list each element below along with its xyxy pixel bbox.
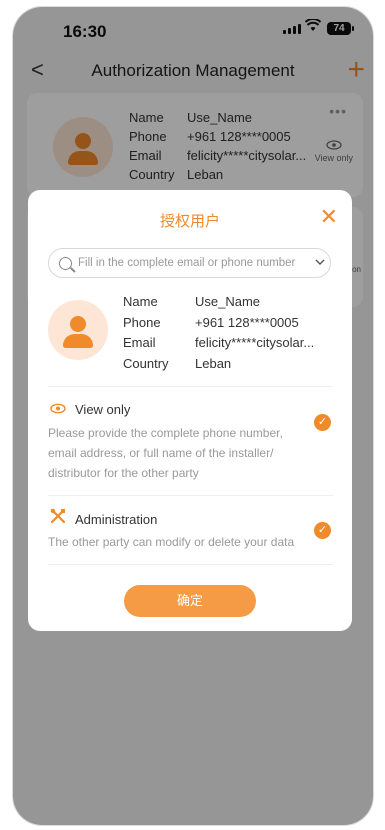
dialog-title: 授权用户: [159, 213, 220, 230]
checkmark-icon[interactable]: ✓: [314, 414, 331, 431]
confirm-button[interactable]: 确定: [124, 585, 256, 617]
divider: [48, 495, 333, 496]
info-value: +961 128****0005: [195, 314, 299, 330]
info-row-name: Name Use_Name: [123, 292, 314, 313]
authorize-user-dialog: 授权用户 ✕ Name Use_Name Phone +961 128****000…: [28, 190, 352, 631]
info-row-email: Email felicity*****citysolar...: [123, 333, 314, 354]
option-title: View only: [75, 402, 131, 417]
info-key: Name: [123, 294, 158, 309]
divider: [48, 564, 333, 565]
search-input[interactable]: [78, 257, 313, 269]
avatar: [48, 300, 108, 360]
info-row-country: Country Leban: [123, 354, 314, 375]
checkmark-icon[interactable]: ✓: [314, 522, 331, 539]
info-value: felicity*****citysolar...: [195, 335, 315, 350]
info-key: Country: [123, 355, 169, 371]
info-key: Phone: [123, 314, 161, 330]
close-icon[interactable]: ✕: [320, 204, 338, 230]
info-value: Leban: [195, 355, 232, 371]
divider: [48, 386, 333, 387]
option-description: Please provide the complete phone number…: [48, 426, 283, 480]
info-value: Use_Name: [195, 294, 261, 309]
search-icon: [59, 256, 72, 270]
info-row-phone: Phone +961 128****0005: [123, 313, 314, 334]
search-field[interactable]: [48, 248, 331, 278]
option-title: Administration: [75, 512, 158, 527]
selected-user-info: Name Use_Name Phone +961 128****0005 Email…: [123, 292, 314, 374]
avatar-head-shape: [70, 316, 86, 332]
option-description: The other party can modify or delete you…: [48, 535, 295, 549]
tools-icon: [50, 508, 66, 529]
info-key: Email: [123, 335, 156, 350]
chevron-down-icon[interactable]: [315, 257, 325, 269]
eye-icon: [50, 401, 66, 419]
avatar-body-shape: [63, 334, 93, 348]
